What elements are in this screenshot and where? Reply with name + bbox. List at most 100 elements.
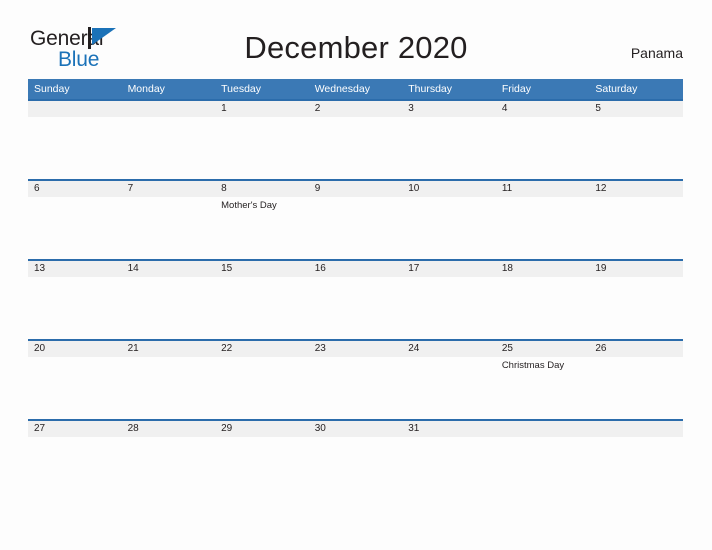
calendar-day-cell[interactable]: 6 — [28, 179, 122, 259]
calendar-day-cell[interactable]: 11 — [495, 179, 590, 259]
calendar-day-cell[interactable] — [589, 419, 683, 477]
calendar-week-row: 20 21 22 23 24 25 Christmas Day 26 — [28, 339, 683, 419]
calendar-day-cell[interactable]: 18 — [495, 259, 590, 339]
calendar-day-cell[interactable]: 10 — [402, 179, 496, 259]
day-26[interactable]: 26 — [589, 339, 683, 419]
day-19[interactable]: 19 — [589, 259, 683, 339]
calendar-day-cell[interactable]: 31 — [402, 419, 496, 477]
day-27[interactable]: 27 — [28, 419, 122, 477]
day-number-band: 17 — [402, 261, 496, 277]
day-8[interactable]: 8 Mother's Day — [215, 179, 309, 259]
day-number: 1 — [221, 103, 227, 114]
day-29[interactable]: 29 — [215, 419, 309, 477]
day-empty[interactable] — [121, 99, 216, 179]
day-number-band: 26 — [589, 341, 683, 357]
calendar-day-cell[interactable]: 24 — [402, 339, 496, 419]
calendar-day-cell[interactable] — [495, 419, 590, 477]
day-11[interactable]: 11 — [495, 179, 590, 259]
calendar-day-cell[interactable]: 20 — [28, 339, 122, 419]
day-25[interactable]: 25 Christmas Day — [495, 339, 590, 419]
day-18[interactable]: 18 — [495, 259, 590, 339]
day-number: 27 — [34, 423, 46, 434]
calendar-day-cell[interactable]: 27 — [28, 419, 122, 477]
calendar-day-cell[interactable]: 4 — [495, 99, 590, 179]
day-number: 8 — [221, 183, 227, 194]
day-number: 21 — [127, 343, 139, 354]
day-number-band: 31 — [402, 421, 496, 437]
day-number-band: 15 — [215, 261, 309, 277]
day-16[interactable]: 16 — [308, 259, 403, 339]
day-number — [589, 421, 683, 423]
day-number-band: 20 — [28, 341, 122, 357]
weekday-header-tuesday: Tuesday — [215, 79, 309, 99]
calendar-day-cell[interactable] — [121, 99, 216, 179]
day-number: 6 — [34, 183, 40, 194]
calendar-day-cell[interactable]: 26 — [589, 339, 683, 419]
day-number-band: 24 — [402, 341, 496, 357]
calendar-day-cell[interactable]: 15 — [215, 259, 309, 339]
day-empty[interactable] — [589, 419, 683, 477]
day-13[interactable]: 13 — [28, 259, 122, 339]
day-2[interactable]: 2 — [308, 99, 403, 179]
calendar-day-cell[interactable]: 9 — [308, 179, 403, 259]
day-10[interactable]: 10 — [402, 179, 496, 259]
day-number: 17 — [408, 263, 420, 274]
day-number-band: 12 — [589, 181, 683, 197]
day-number: 9 — [314, 183, 321, 194]
calendar-day-cell[interactable]: 29 — [215, 419, 309, 477]
day-15[interactable]: 15 — [215, 259, 309, 339]
holiday-event-label: Mother's Day — [221, 200, 277, 211]
day-22[interactable]: 22 — [215, 339, 309, 419]
calendar-day-cell[interactable]: 12 — [589, 179, 683, 259]
day-5[interactable]: 5 — [589, 99, 683, 179]
day-17[interactable]: 17 — [402, 259, 496, 339]
day-number: 13 — [34, 263, 46, 274]
calendar-day-cell[interactable]: 14 — [121, 259, 216, 339]
calendar-day-cell[interactable]: 3 — [402, 99, 496, 179]
calendar-day-cell[interactable]: 28 — [121, 419, 216, 477]
day-1[interactable]: 1 — [215, 99, 309, 179]
day-number-band: 16 — [308, 261, 403, 277]
calendar-day-cell[interactable]: 13 — [28, 259, 122, 339]
calendar-day-cell[interactable]: 1 — [215, 99, 309, 179]
day-number-band: 10 — [402, 181, 496, 197]
calendar-day-cell[interactable] — [28, 99, 122, 179]
day-number: 25 — [501, 343, 513, 354]
day-21[interactable]: 21 — [121, 339, 216, 419]
day-23[interactable]: 23 — [308, 339, 403, 419]
day-20[interactable]: 20 — [28, 339, 122, 419]
day-number-band: 7 — [121, 181, 216, 197]
day-number: 11 — [501, 183, 513, 194]
day-31[interactable]: 31 — [402, 419, 496, 477]
calendar-body: 1 2 3 4 5 6 7 8 Mother's Day 9 10 11 12 13 14 15 16 17 18 1… — [28, 99, 683, 477]
calendar-day-cell[interactable]: 7 — [121, 179, 216, 259]
calendar-day-cell[interactable]: 2 — [308, 99, 403, 179]
day-12[interactable]: 12 — [589, 179, 683, 259]
calendar-day-cell[interactable]: 19 — [589, 259, 683, 339]
day-empty[interactable] — [495, 419, 590, 477]
day-9[interactable]: 9 — [308, 179, 403, 259]
day-7[interactable]: 7 — [121, 179, 216, 259]
day-28[interactable]: 28 — [121, 419, 216, 477]
day-4[interactable]: 4 — [495, 99, 590, 179]
day-empty[interactable] — [28, 99, 122, 179]
calendar-day-cell[interactable]: 17 — [402, 259, 496, 339]
calendar-day-cell[interactable]: 23 — [308, 339, 403, 419]
day-number: 15 — [221, 263, 233, 274]
day-number: 23 — [314, 343, 326, 354]
day-number-band: 1 — [215, 101, 309, 117]
calendar-day-cell[interactable]: 30 — [308, 419, 403, 477]
day-30[interactable]: 30 — [308, 419, 403, 477]
day-number-band: 27 — [28, 421, 122, 437]
calendar-day-cell[interactable]: 5 — [589, 99, 683, 179]
day-number-band: 11 — [495, 181, 590, 197]
calendar-day-cell[interactable]: 16 — [308, 259, 403, 339]
day-6[interactable]: 6 — [28, 179, 122, 259]
calendar-day-cell[interactable]: 21 — [121, 339, 216, 419]
calendar-day-cell[interactable]: 8 Mother's Day — [215, 179, 309, 259]
day-24[interactable]: 24 — [402, 339, 496, 419]
calendar-day-cell[interactable]: 22 — [215, 339, 309, 419]
day-3[interactable]: 3 — [402, 99, 496, 179]
day-14[interactable]: 14 — [121, 259, 216, 339]
calendar-day-cell[interactable]: 25 Christmas Day — [495, 339, 590, 419]
